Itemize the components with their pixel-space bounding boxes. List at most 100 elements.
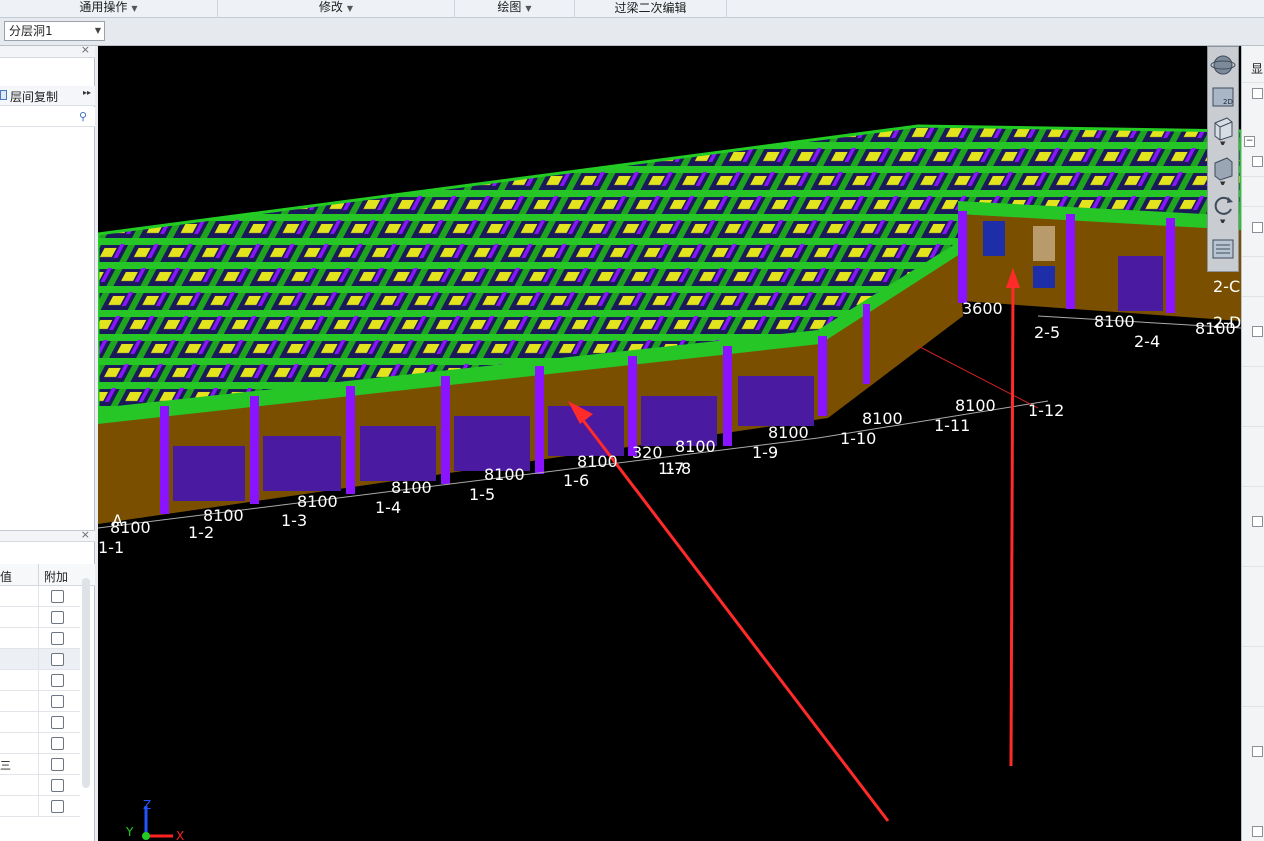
axis-label: 1-4	[375, 498, 401, 517]
opening	[1118, 256, 1163, 311]
opening	[360, 426, 436, 481]
row-divider	[38, 712, 39, 733]
property-row[interactable]	[0, 649, 80, 670]
axis-label: 2-5	[1034, 323, 1060, 342]
property-row[interactable]	[0, 607, 80, 628]
annotation-arrow-2	[1009, 280, 1015, 767]
property-row[interactable]	[0, 670, 80, 691]
extra-checkbox[interactable]	[51, 674, 64, 687]
collapse-icon[interactable]: −	[1244, 136, 1255, 147]
z-label: Z	[143, 798, 151, 812]
axis-label: A	[112, 511, 123, 530]
row-divider	[38, 796, 39, 817]
dimension-label: 8100	[955, 396, 996, 415]
search-input[interactable]: ⚲	[0, 107, 95, 127]
property-row[interactable]	[0, 775, 80, 796]
column-divider	[38, 564, 39, 586]
copy-icon	[0, 90, 7, 100]
row-divider	[38, 775, 39, 796]
x-label: X	[176, 829, 184, 841]
rotate-icon[interactable]: ▼	[1210, 193, 1236, 226]
expand-icon[interactable]	[1252, 222, 1263, 233]
3d-viewport[interactable]: 1-1 1-2 1-3 1-4 1-5 1-6 1-7 1-8 1-9 1-10…	[98, 46, 1241, 841]
origin	[142, 832, 150, 840]
ribbon-group-draw[interactable]: 绘图 ▼	[455, 0, 575, 18]
property-row[interactable]	[0, 796, 80, 817]
property-row[interactable]	[0, 691, 80, 712]
chevron-down-icon: ▼	[346, 4, 354, 13]
row-divider	[38, 691, 39, 712]
extra-checkbox[interactable]	[51, 716, 64, 729]
extra-checkbox[interactable]	[51, 632, 64, 645]
layer-list-icon[interactable]	[1210, 237, 1236, 261]
window	[983, 221, 1005, 256]
orbit-icon[interactable]	[1210, 53, 1236, 77]
expand-icon[interactable]	[1252, 746, 1263, 757]
building-model-canvas[interactable]: 1-1 1-2 1-3 1-4 1-5 1-6 1-7 1-8 1-9 1-10…	[98, 46, 1241, 841]
column	[346, 386, 355, 494]
extra-checkbox[interactable]	[51, 590, 64, 603]
column	[958, 211, 967, 303]
property-scrollbar[interactable]	[82, 578, 90, 788]
ribbon-group-lintel-edit[interactable]: 过梁二次编辑	[575, 0, 727, 18]
extra-checkbox[interactable]	[51, 737, 64, 750]
axis-label: 1-10	[840, 429, 876, 448]
column	[628, 356, 637, 456]
expand-icon[interactable]	[1252, 326, 1263, 337]
chevron-down-icon: ▼	[525, 4, 532, 13]
axis-label: 1-8	[665, 459, 691, 478]
axis-label: 1-5	[469, 485, 495, 504]
divider	[1242, 706, 1264, 707]
floor-select[interactable]: 分层洞1 ▼	[4, 21, 105, 41]
extra-checkbox[interactable]	[51, 611, 64, 624]
svg-text:▼: ▼	[1220, 140, 1226, 145]
property-row[interactable]	[0, 628, 80, 649]
row-divider	[38, 607, 39, 628]
view-3d-box-icon[interactable]: ▼	[1210, 115, 1236, 148]
axis-triad: Z X Y	[125, 798, 184, 841]
column-extra: 附加	[44, 570, 69, 584]
floor-copy-row[interactable]: 层间复制 ▸▸	[0, 86, 95, 106]
right-panel-title: 显	[1251, 62, 1264, 76]
axis-label: 1-2	[188, 523, 214, 542]
dimension-label: 8100	[768, 423, 809, 442]
property-row[interactable]	[0, 586, 80, 607]
ribbon-label-lintel-edit: 过梁二次编辑	[614, 1, 687, 15]
ribbon-group-modify[interactable]: 修改 ▼	[218, 0, 455, 18]
property-row[interactable]	[0, 733, 80, 754]
column	[535, 366, 544, 474]
extra-checkbox[interactable]	[51, 653, 64, 666]
axis-label: 1-6	[563, 471, 589, 490]
close-icon[interactable]: ×	[81, 528, 90, 541]
expand-icon[interactable]	[1252, 516, 1263, 527]
annotation-arrow-1	[574, 410, 890, 822]
extra-checkbox[interactable]	[51, 695, 64, 708]
property-columns: 值 附加	[0, 564, 95, 586]
dimension-label: 8100	[1094, 312, 1135, 331]
search-icon[interactable]: ⚲	[79, 110, 87, 123]
panel-tab[interactable]	[1252, 88, 1263, 99]
ribbon-label-draw: 绘图	[497, 0, 522, 14]
column	[1066, 214, 1075, 309]
opening	[738, 376, 814, 426]
extra-checkbox[interactable]	[51, 779, 64, 792]
left-panel: × 层间复制 ▸▸ ⚲ × 值 附加 三	[0, 43, 95, 841]
expand-icon[interactable]	[1252, 826, 1263, 837]
expand-icon[interactable]: ▸▸	[83, 88, 91, 97]
row-divider	[38, 628, 39, 649]
divider	[1242, 176, 1264, 177]
ribbon-label-general: 通用操作	[79, 0, 128, 14]
view-shaded-box-icon[interactable]: ▼	[1210, 155, 1236, 188]
view-2d-icon[interactable]: 2D	[1210, 85, 1236, 109]
ribbon-group-general[interactable]: 通用操作 ▼	[0, 0, 218, 18]
extra-checkbox[interactable]	[51, 800, 64, 813]
close-icon[interactable]: ×	[81, 43, 90, 56]
expand-icon[interactable]	[1252, 156, 1263, 167]
column	[723, 346, 732, 446]
property-row[interactable]	[0, 712, 80, 733]
light-panel	[1033, 226, 1055, 261]
column	[250, 396, 259, 504]
column	[160, 406, 169, 514]
property-row[interactable]: 三	[0, 754, 80, 775]
extra-checkbox[interactable]	[51, 758, 64, 771]
